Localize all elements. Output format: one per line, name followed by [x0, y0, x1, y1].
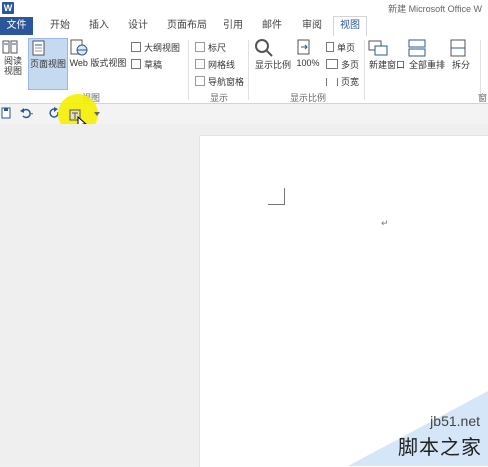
watermark-name: 脚本之家 [398, 435, 482, 459]
checkbox-icon [195, 59, 205, 69]
arrange-all-label: 全部重排 [408, 60, 445, 70]
separator [188, 40, 189, 100]
multi-page-label: 多页 [341, 60, 360, 70]
one-page-label: 单页 [337, 43, 356, 53]
one-page-button[interactable]: 单页 [326, 41, 355, 54]
one-page-icon [326, 42, 334, 52]
split-icon [449, 38, 473, 58]
nav-pane-checkbox[interactable]: 导航窗格 [195, 75, 244, 88]
page-width-label: 页宽 [341, 77, 360, 87]
ruler-label: 标尺 [208, 43, 227, 53]
web-layout-icon [68, 38, 128, 56]
ribbon-tabs: 文件 开始 插入 设计 页面布局 引用 邮件 审阅 视图 [0, 16, 488, 37]
tab-file[interactable]: 文件 [0, 17, 33, 35]
ruler-checkbox[interactable]: 标尺 [195, 41, 226, 54]
document-title: 新建 Microsoft Office W [388, 4, 482, 14]
nav-pane-label: 导航窗格 [208, 77, 245, 87]
zoom-100-icon [295, 38, 321, 58]
zoom-100-button[interactable]: 100% [295, 38, 321, 68]
save-icon[interactable] [1, 107, 11, 119]
separator [364, 40, 365, 100]
print-layout-label: 页面视图 [29, 59, 66, 69]
web-layout-label: Web 版式视图 [69, 58, 127, 68]
gridlines-checkbox[interactable]: 网格线 [195, 58, 235, 71]
print-layout-icon [29, 39, 67, 57]
tab-mailings[interactable]: 邮件 [257, 17, 287, 35]
zoom-button[interactable]: 显示比例 [254, 38, 292, 71]
tab-insert[interactable]: 插入 [84, 17, 114, 35]
watermark-site: jb51.net [430, 413, 480, 429]
read-mode-label: 阅读 视图 [3, 56, 22, 76]
tab-view[interactable]: 视图 [333, 16, 367, 37]
draft-icon [131, 59, 141, 69]
arrange-all-button[interactable]: 全部重排 [407, 38, 447, 71]
outline-icon [131, 42, 141, 52]
word-logo-icon: W [2, 2, 14, 14]
arrange-all-icon [407, 38, 447, 58]
page-width-button[interactable]: 页宽 [326, 75, 359, 88]
qat-dropdown-icon[interactable] [94, 111, 100, 117]
undo-icon[interactable] [19, 107, 35, 119]
outline-label: 大纲视图 [144, 43, 181, 53]
multi-page-button[interactable]: 多页 [326, 58, 359, 71]
tab-home[interactable]: 开始 [45, 17, 75, 35]
zoom-label: 显示比例 [254, 60, 291, 70]
draft-label: 草稿 [144, 60, 163, 70]
title-bar: W 新建 Microsoft Office W [0, 0, 488, 17]
outline-button[interactable]: 大纲视图 [131, 41, 180, 54]
tab-design[interactable]: 设计 [123, 17, 153, 35]
checkbox-icon [195, 76, 205, 86]
gridlines-label: 网格线 [208, 60, 236, 70]
tab-references[interactable]: 引用 [218, 17, 248, 35]
show-group-label: 显示 [210, 93, 229, 103]
print-layout-button[interactable]: 页面视图 [28, 38, 68, 90]
read-mode-button[interactable]: 阅读 视图 [1, 38, 25, 76]
separator [248, 40, 249, 100]
new-window-icon [367, 38, 407, 58]
page-margin-corner [268, 188, 285, 205]
paragraph-mark-icon: ↵ [381, 218, 389, 228]
magnifier-icon [254, 38, 292, 58]
read-mode-icon [1, 38, 25, 56]
checkbox-icon [195, 42, 205, 52]
tab-review[interactable]: 审阅 [297, 17, 327, 35]
page-width-icon [326, 78, 338, 86]
new-window-label: 新建窗口 [368, 60, 405, 70]
multi-page-icon [326, 59, 338, 69]
split-button[interactable]: 拆分 [449, 38, 473, 71]
zoom-group-label: 显示比例 [290, 93, 327, 103]
split-label: 拆分 [451, 60, 470, 70]
zoom-100-label: 100% [296, 58, 320, 68]
draft-button[interactable]: 草稿 [131, 58, 162, 71]
tab-page-layout[interactable]: 页面布局 [162, 17, 212, 35]
new-window-button[interactable]: 新建窗口 [367, 38, 407, 71]
web-layout-button[interactable]: Web 版式视图 [68, 38, 128, 69]
site-watermark: jb51.net 脚本之家 [348, 391, 488, 466]
